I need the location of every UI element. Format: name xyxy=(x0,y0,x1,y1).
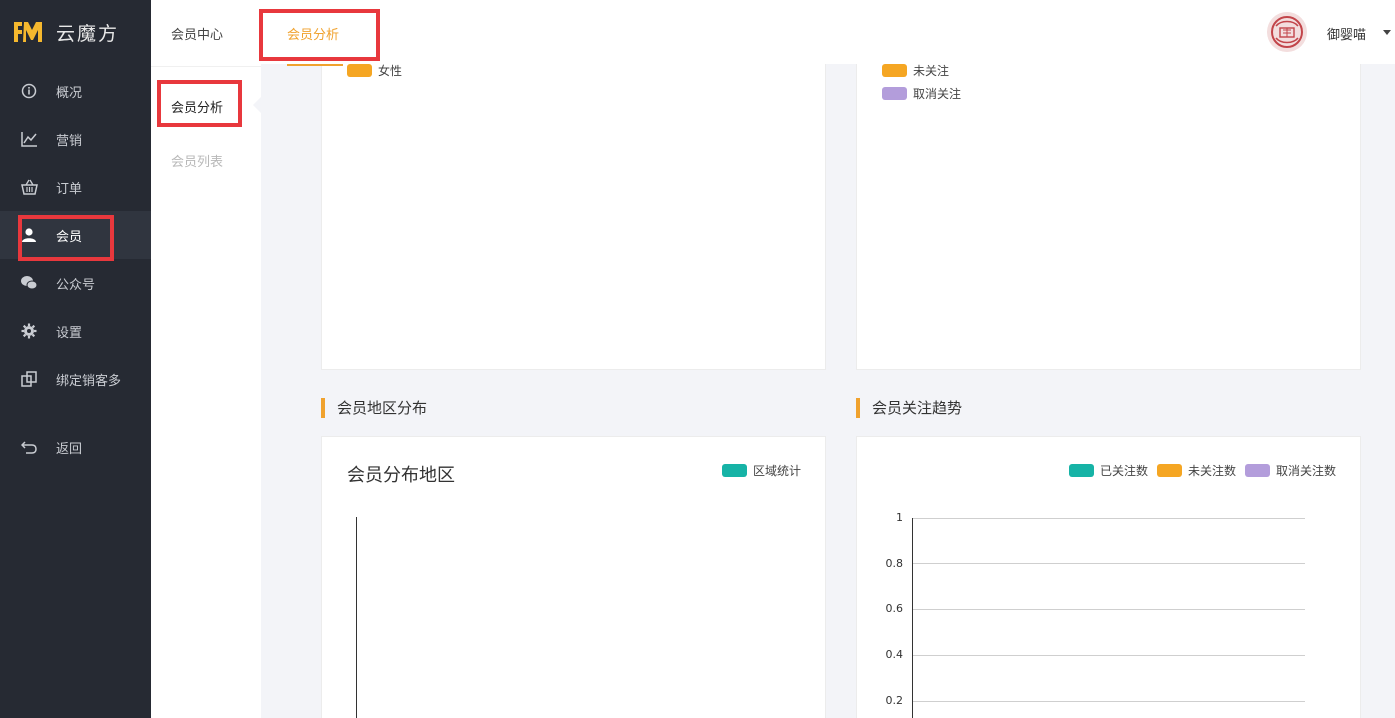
sidebar-item-label: 会员 xyxy=(56,229,83,245)
legend-label: 女性 xyxy=(378,64,403,78)
legend-label: 未关注数 xyxy=(1188,464,1237,478)
legend-swatch xyxy=(882,64,907,77)
legend-item[interactable]: 区域统计 xyxy=(722,462,801,479)
legend-swatch xyxy=(347,64,372,77)
sidebar-item-overview[interactable]: 概况 xyxy=(0,67,151,115)
legend-label: 已关注数 xyxy=(1100,464,1149,478)
section-title-region: 会员地区分布 xyxy=(321,398,427,418)
legend-label: 区域统计 xyxy=(753,464,802,478)
follow-status-panel: 未关注 取消关注 xyxy=(856,64,1361,370)
legend-swatch xyxy=(882,87,907,100)
chart-title: 会员分布地区 xyxy=(347,465,455,486)
legend-item[interactable]: 已关注数 xyxy=(1069,462,1148,479)
sidebar-item-label: 绑定销客多 xyxy=(56,373,122,389)
y-tick-label: 0.4 xyxy=(885,648,904,661)
y-axis-line xyxy=(912,518,913,718)
subnav-item-member-list[interactable]: 会员列表 xyxy=(151,151,261,170)
y-tick-label: 0.6 xyxy=(885,602,904,615)
tab-member-center[interactable]: 会员中心 xyxy=(171,24,223,43)
legend-swatch xyxy=(1069,464,1094,477)
top-bar: 会员中心 会员分析 御婴喵 xyxy=(151,0,1395,64)
section-accent-line xyxy=(287,64,343,66)
legend-item[interactable]: 取消关注 xyxy=(882,85,961,102)
legend-label: 取消关注 xyxy=(913,87,962,101)
gridline xyxy=(912,701,1305,702)
sidebar-item-orders[interactable]: 订单 xyxy=(0,163,151,211)
tab-member-analysis[interactable]: 会员分析 xyxy=(287,24,339,43)
app-logo[interactable]: 云魔方 xyxy=(12,14,119,50)
sidebar-item-back[interactable]: 返回 xyxy=(0,423,151,471)
trend-chart-panel: 已关注数 未关注数 取消关注数 1 0.8 0.6 0.4 0.2 xyxy=(856,436,1361,718)
sidebar-item-settings[interactable]: 设置 xyxy=(0,307,151,355)
line-chart-icon xyxy=(20,130,38,148)
gridline xyxy=(912,609,1305,610)
gridline xyxy=(912,563,1305,564)
region-chart-panel: 会员分布地区 区域统计 xyxy=(321,436,826,718)
legend-label: 未关注 xyxy=(913,64,950,78)
legend-swatch xyxy=(722,464,747,477)
main-content: 女性 未关注 取消关注 会员地区分布 会员关注趋势 会员分布地区 区域统计 已关… xyxy=(271,64,1395,718)
sidebar-nav: 概况 营销 订单 会员 公众号 设置 绑定销客多 返回 xyxy=(0,67,151,471)
legend-label: 取消关注数 xyxy=(1276,464,1337,478)
wechat-icon xyxy=(20,274,38,292)
legend-swatch xyxy=(1157,464,1182,477)
sidebar-item-marketing[interactable]: 营销 xyxy=(0,115,151,163)
legend-swatch xyxy=(1245,464,1270,477)
gridline xyxy=(912,655,1305,656)
y-tick-label: 1 xyxy=(896,511,903,524)
main-sidebar: 云魔方 概况 营销 订单 会员 公众号 设置 绑定销客多 返回 xyxy=(0,0,151,718)
avatar[interactable] xyxy=(1267,12,1307,52)
chevron-down-icon[interactable] xyxy=(1383,30,1391,35)
sub-nav: 会员分析 会员列表 xyxy=(151,0,261,718)
info-circle-icon xyxy=(20,82,38,100)
sidebar-item-label: 公众号 xyxy=(56,277,96,293)
active-caret xyxy=(253,96,262,114)
sidebar-item-label: 营销 xyxy=(56,133,83,149)
sidebar-item-members[interactable]: 会员 xyxy=(0,211,151,259)
sidebar-item-label: 概况 xyxy=(56,85,83,101)
sidebar-item-label: 返回 xyxy=(56,441,83,457)
return-icon xyxy=(20,438,38,456)
legend-item[interactable]: 取消关注数 xyxy=(1245,462,1336,479)
legend-item[interactable]: 女性 xyxy=(347,64,402,79)
subnav-item-member-analysis[interactable]: 会员分析 xyxy=(151,97,261,116)
sidebar-item-label: 设置 xyxy=(56,325,83,341)
y-tick-label: 0.8 xyxy=(885,557,904,570)
avatar-seal-icon xyxy=(1267,12,1307,52)
gender-chart-panel: 女性 xyxy=(287,64,826,370)
gridline xyxy=(912,518,1305,519)
sidebar-item-bind-xkd[interactable]: 绑定销客多 xyxy=(0,355,151,403)
user-icon xyxy=(20,226,38,244)
link-copy-icon xyxy=(20,370,38,388)
username[interactable]: 御婴喵 xyxy=(1327,24,1366,43)
gear-icon xyxy=(20,322,38,340)
app-name: 云魔方 xyxy=(56,22,120,45)
logo-cube-icon xyxy=(14,22,42,42)
legend-item[interactable]: 未关注数 xyxy=(1157,462,1236,479)
basket-icon xyxy=(20,178,38,196)
sidebar-item-official-account[interactable]: 公众号 xyxy=(0,259,151,307)
y-axis-line xyxy=(356,517,357,718)
y-tick-label: 0.2 xyxy=(885,694,904,707)
section-title-trend: 会员关注趋势 xyxy=(856,398,962,418)
legend-item[interactable]: 未关注 xyxy=(882,64,949,79)
sidebar-item-label: 订单 xyxy=(56,181,83,197)
